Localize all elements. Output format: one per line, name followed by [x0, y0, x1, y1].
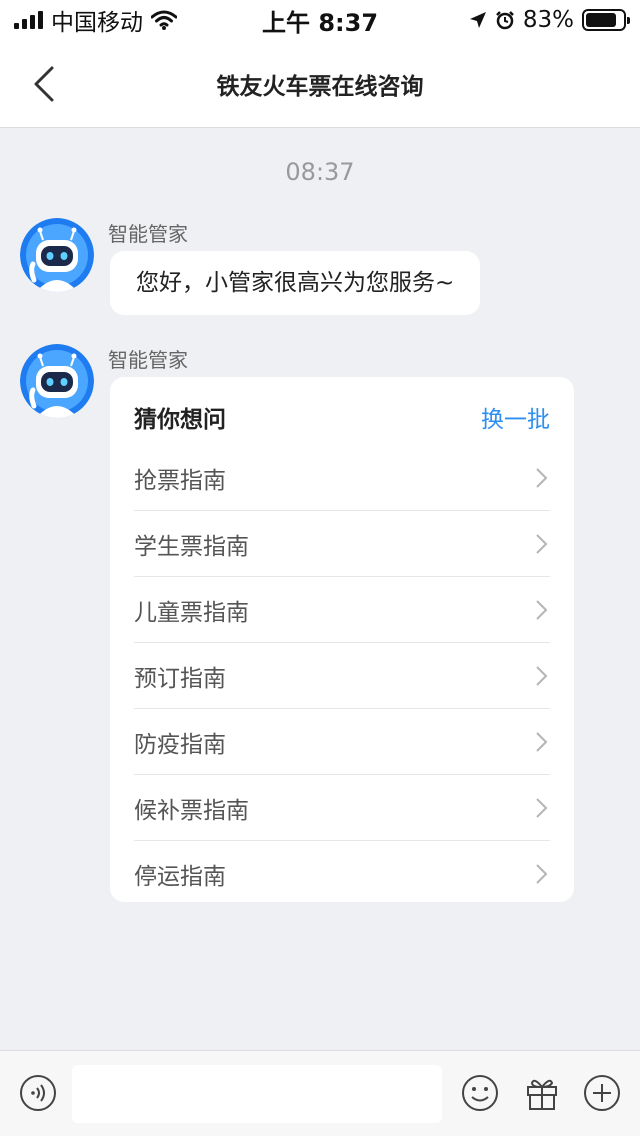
status-right: 83% — [469, 7, 630, 33]
faq-item[interactable]: 预订指南 — [134, 643, 550, 709]
faq-item[interactable]: 学生票指南 — [134, 511, 550, 577]
robot-icon — [20, 218, 94, 292]
faq-item-label: 候补票指南 — [134, 797, 249, 824]
message-bubble: 您好，小管家很高兴为您服务~ — [110, 251, 481, 315]
chevron-right-icon — [536, 599, 548, 620]
chat-input-bar — [0, 1050, 640, 1136]
faq-item[interactable]: 防疫指南 — [134, 709, 550, 775]
bot-avatar[interactable] — [20, 344, 94, 418]
carrier-name: 中国移动 — [51, 10, 143, 36]
faq-item-label: 学生票指南 — [134, 533, 249, 560]
chat-time-divider: 08:37 — [285, 158, 355, 186]
plus-icon[interactable] — [582, 1073, 622, 1113]
emoji-icon[interactable] — [460, 1073, 500, 1113]
faq-item-label: 预订指南 — [134, 665, 226, 692]
battery-fill — [586, 13, 616, 27]
battery-icon — [582, 9, 630, 31]
page-title: 铁友火车票在线咨询 — [216, 73, 424, 100]
alarm-icon — [495, 11, 514, 30]
faq-item[interactable]: 停运指南 — [134, 841, 550, 907]
refresh-suggestions-button[interactable]: 换一批 — [481, 400, 550, 434]
faq-item-label: 停运指南 — [134, 864, 226, 890]
faq-item[interactable]: 抢票指南 — [134, 445, 550, 511]
faq-card-title: 猜你想问 — [134, 407, 226, 433]
status-left: 中国移动 — [14, 3, 177, 37]
battery-percent: 83% — [522, 7, 574, 33]
bot-avatar[interactable] — [20, 218, 94, 292]
chevron-right-icon — [536, 533, 548, 554]
voice-icon[interactable] — [18, 1073, 58, 1113]
signal-icon — [14, 11, 43, 29]
robot-icon — [20, 344, 94, 418]
chevron-right-icon — [536, 864, 548, 884]
chevron-right-icon — [536, 797, 548, 818]
faq-card-header: 猜你想问 换一批 — [134, 397, 550, 437]
gift-icon[interactable] — [522, 1073, 562, 1113]
status-bar: 中国移动 上午 8:37 83% — [0, 0, 640, 40]
chevron-right-icon — [536, 665, 548, 686]
nav-bar: 铁友火车票在线咨询 — [0, 40, 640, 128]
faq-item[interactable]: 儿童票指南 — [134, 577, 550, 643]
back-arrow-icon[interactable] — [24, 62, 68, 106]
wifi-icon — [151, 10, 177, 30]
faq-card: 猜你想问 换一批 抢票指南 学生票指南 儿童票指南 预订指南 防疫指南 候补票指… — [110, 377, 574, 902]
sender-name: 智能管家 — [108, 222, 188, 246]
faq-item-label: 防疫指南 — [134, 731, 226, 758]
chevron-right-icon — [536, 467, 548, 488]
chevron-right-icon — [536, 731, 548, 752]
faq-item-label: 儿童票指南 — [134, 599, 249, 626]
faq-list: 抢票指南 学生票指南 儿童票指南 预订指南 防疫指南 候补票指南 停运指南 — [134, 445, 550, 907]
sender-name: 智能管家 — [108, 348, 188, 372]
message-input[interactable] — [72, 1065, 442, 1123]
faq-item-label: 抢票指南 — [134, 467, 226, 494]
location-arrow-icon — [469, 12, 486, 28]
faq-item[interactable]: 候补票指南 — [134, 775, 550, 841]
